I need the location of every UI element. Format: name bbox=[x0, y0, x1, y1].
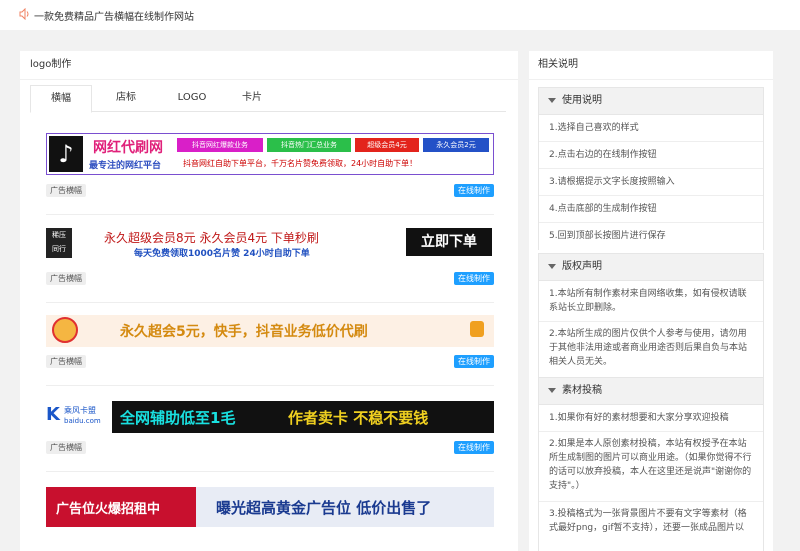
divider bbox=[46, 471, 494, 472]
logo-maker-card: logo制作 横幅 店标 LOGO 卡片 ♪ 网红代刷网 最专注的网红平台 抖音… bbox=[20, 51, 518, 551]
banner-subheading: 每天免费领取1000名片赞 24小时自助下单 bbox=[134, 249, 310, 259]
divider bbox=[539, 195, 763, 196]
info-line: 1.本站所有制作素材来自网络收集，如有侵权请联系站长立即删除。 bbox=[549, 289, 747, 313]
banner-meta: 广告横幅 在线制作 bbox=[46, 355, 494, 368]
brand-k-icon: K bbox=[46, 404, 60, 425]
brand-logo: 稀压 同行 bbox=[46, 228, 72, 258]
info-line: 2.点击右边的在线制作按钮 bbox=[549, 150, 657, 160]
make-online-button[interactable]: 在线制作 bbox=[454, 355, 494, 368]
divider bbox=[46, 302, 494, 303]
banner-heading: 广告位火爆招租中 bbox=[56, 502, 161, 517]
category-tag: 广告横幅 bbox=[46, 272, 86, 285]
banner-heading: 永久超级会员8元 永久会员4元 下单秒刷 bbox=[104, 231, 319, 245]
divider bbox=[539, 168, 763, 169]
banner-meta: 广告横幅 在线制作 bbox=[46, 272, 494, 285]
banner-subheading: 作者卖卡 不稳不要钱 bbox=[288, 409, 429, 427]
mascot-icon bbox=[52, 317, 78, 343]
info-line: 2.本站所生成的图片仅供个人参考与使用，请勿用于其他非法用途或者商业用途否则后果… bbox=[549, 329, 748, 367]
info-line: 1.选择自己喜欢的样式 bbox=[549, 123, 639, 133]
banner-heading: 网红代刷网 bbox=[93, 140, 163, 156]
card-title: logo制作 bbox=[20, 51, 518, 80]
make-online-button[interactable]: 在线制作 bbox=[454, 184, 494, 197]
chevron-down-icon bbox=[548, 97, 556, 103]
tab-shop-sign[interactable]: 店标 bbox=[96, 85, 156, 111]
badge: 抖音热门汇总业务 bbox=[267, 138, 351, 152]
category-tag: 广告横幅 bbox=[46, 355, 86, 368]
tab-bar: 横幅 店标 LOGO 卡片 bbox=[30, 85, 506, 113]
banner-heading: 全网辅助低至1毛 bbox=[120, 409, 236, 427]
info-card: 相关说明 使用说明 1.选择自己喜欢的样式 2.点击右边的在线制作按钮 3.请根… bbox=[529, 51, 773, 551]
banner-meta: 广告横幅 在线制作 bbox=[46, 184, 494, 197]
banner-image[interactable]: ♪ 网红代刷网 最专注的网红平台 抖音网红爆款业务 抖音热门汇总业务 超级会员4… bbox=[46, 133, 494, 175]
site-title: 一款免费精品广告横幅在线制作网站 bbox=[34, 12, 194, 23]
chevron-down-icon bbox=[548, 387, 556, 393]
badge: 抖音网红爆款业务 bbox=[177, 138, 263, 152]
badge: 超级会员4元 bbox=[355, 138, 419, 152]
divider bbox=[539, 222, 763, 223]
logo-char: 压 bbox=[59, 231, 66, 239]
section-submission-body: 1.如果你有好的素材想要和大家分享欢迎投稿 2.如果是本人原创素材投稿，本站有权… bbox=[538, 405, 764, 551]
info-line: 2.如果是本人原创素材投稿，本站有权授予在本站所生成制图的图片可以商业用途。（如… bbox=[549, 439, 752, 491]
info-line: 5.回到顶部长按图片进行保存 bbox=[549, 231, 666, 241]
logo-char: 稀 bbox=[52, 231, 59, 239]
banner-image[interactable]: 广告位火爆招租中 曝光超高黄金广告位 低价出售了 bbox=[46, 487, 494, 527]
order-now-badge: 立即下单 bbox=[406, 228, 492, 256]
section-copyright-header[interactable]: 版权声明 bbox=[538, 253, 764, 281]
section-usage-body: 1.选择自己喜欢的样式 2.点击右边的在线制作按钮 3.请根据提示文字长度按照输… bbox=[538, 115, 764, 250]
banner-meta: 广告横幅 在线制作 bbox=[46, 441, 494, 454]
divider bbox=[46, 214, 494, 215]
brand-logo: K 乘风卡盟 baidu.com bbox=[46, 403, 106, 431]
speaker-icon bbox=[19, 8, 29, 20]
category-tag: 广告横幅 bbox=[46, 184, 86, 197]
thumbs-up-icon bbox=[470, 321, 484, 337]
banner-image[interactable]: 稀压 同行 永久超级会员8元 永久会员4元 下单秒刷 每天免费领取1000名片赞… bbox=[46, 228, 494, 262]
banner-text: 抖音网红自助下单平台，千万名片赞免费领取，24小时自助下单！ bbox=[183, 159, 418, 168]
info-line: 1.如果你有好的素材想要和大家分享欢迎投稿 bbox=[549, 413, 729, 423]
top-bar: 一款免费精品广告横幅在线制作网站 bbox=[0, 0, 800, 30]
divider bbox=[539, 501, 763, 502]
badge: 永久会员2元 bbox=[423, 138, 489, 152]
banner-image[interactable]: 永久超会5元，快手，抖音业务低价代刷 bbox=[46, 315, 494, 347]
section-usage-header[interactable]: 使用说明 bbox=[538, 87, 764, 115]
section-copyright-body: 1.本站所有制作素材来自网络收集，如有侵权请联系站长立即删除。 2.本站所生成的… bbox=[538, 281, 764, 377]
chevron-down-icon bbox=[548, 263, 556, 269]
divider bbox=[539, 141, 763, 142]
brand-name: 乘风卡盟 bbox=[64, 406, 96, 415]
tiktok-icon: ♪ bbox=[49, 136, 83, 172]
section-title: 版权声明 bbox=[562, 261, 602, 272]
logo-char: 行 bbox=[59, 245, 66, 253]
banner-subheading: 最专注的网红平台 bbox=[89, 161, 162, 171]
divider bbox=[46, 385, 494, 386]
info-line: 3.请根据提示文字长度按照输入 bbox=[549, 177, 675, 187]
banner-subheading: 曝光超高黄金广告位 低价出售了 bbox=[216, 499, 432, 517]
section-submission-header[interactable]: 素材投稿 bbox=[538, 377, 764, 405]
make-online-button[interactable]: 在线制作 bbox=[454, 272, 494, 285]
category-tag: 广告横幅 bbox=[46, 441, 86, 454]
tab-banner[interactable]: 横幅 bbox=[30, 85, 92, 113]
info-line: 3.投稿格式为一张背景图片不要有文字等素材（格式最好png，gif暂不支持），还… bbox=[549, 509, 747, 533]
banner-heading-block: 广告位火爆招租中 bbox=[46, 487, 196, 527]
section-title: 素材投稿 bbox=[562, 385, 602, 396]
banner-block: 全网辅助低至1毛 作者卖卡 不稳不要钱 bbox=[112, 401, 494, 433]
tab-logo[interactable]: LOGO bbox=[162, 85, 222, 111]
divider bbox=[539, 431, 763, 432]
tab-card[interactable]: 卡片 bbox=[222, 85, 282, 111]
divider bbox=[539, 321, 763, 322]
banner-heading: 永久超会5元，快手，抖音业务低价代刷 bbox=[120, 324, 368, 340]
logo-char: 同 bbox=[52, 245, 59, 253]
brand-site: baidu.com bbox=[64, 417, 101, 425]
info-line: 4.点击底部的生成制作按钮 bbox=[549, 204, 657, 214]
card-title: 相关说明 bbox=[529, 51, 773, 80]
make-online-button[interactable]: 在线制作 bbox=[454, 441, 494, 454]
banner-image[interactable]: K 乘风卡盟 baidu.com 全网辅助低至1毛 作者卖卡 不稳不要钱 bbox=[46, 401, 494, 433]
section-title: 使用说明 bbox=[562, 95, 602, 106]
